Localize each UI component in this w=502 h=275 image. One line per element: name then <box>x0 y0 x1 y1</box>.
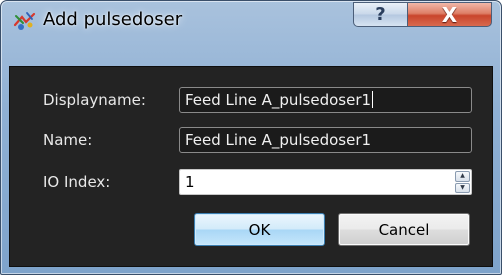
pulsedoser-app-icon <box>13 11 37 31</box>
help-icon: ? <box>375 4 386 25</box>
close-button[interactable]: X <box>407 2 492 27</box>
close-icon: X <box>441 2 458 27</box>
ok-button[interactable]: OK <box>194 213 325 246</box>
spin-up-button[interactable]: ▲ <box>455 171 470 182</box>
text-caret <box>372 91 374 108</box>
io-index-spinbox[interactable]: 1 ▲ ▼ <box>179 169 472 195</box>
name-value: Feed Line A_pulsedoser1 <box>185 131 372 149</box>
cancel-button[interactable]: Cancel <box>338 213 470 246</box>
dialog-window: Add pulsedoser ? X Displayname: Feed Lin… <box>0 0 502 275</box>
spin-buttons: ▲ ▼ <box>455 171 470 193</box>
name-label: Name: <box>43 131 93 149</box>
spin-down-button[interactable]: ▼ <box>455 182 470 193</box>
displayname-input[interactable]: Feed Line A_pulsedoser1 <box>179 87 472 113</box>
cancel-button-label: Cancel <box>378 220 430 239</box>
name-input[interactable]: Feed Line A_pulsedoser1 <box>179 127 472 153</box>
title-bar[interactable]: Add pulsedoser ? X <box>1 1 501 37</box>
displayname-value: Feed Line A_pulsedoser1 <box>185 91 372 109</box>
ok-button-label: OK <box>248 220 271 239</box>
displayname-label: Displayname: <box>43 91 146 109</box>
dialog-body: Displayname: Feed Line A_pulsedoser1 Nam… <box>9 66 493 267</box>
help-button[interactable]: ? <box>353 2 408 27</box>
window-title: Add pulsedoser <box>43 9 183 30</box>
arrow-down-icon: ▼ <box>460 183 465 191</box>
io-index-label: IO Index: <box>43 173 111 191</box>
arrow-up-icon: ▲ <box>460 172 465 180</box>
io-index-value: 1 <box>185 173 195 191</box>
